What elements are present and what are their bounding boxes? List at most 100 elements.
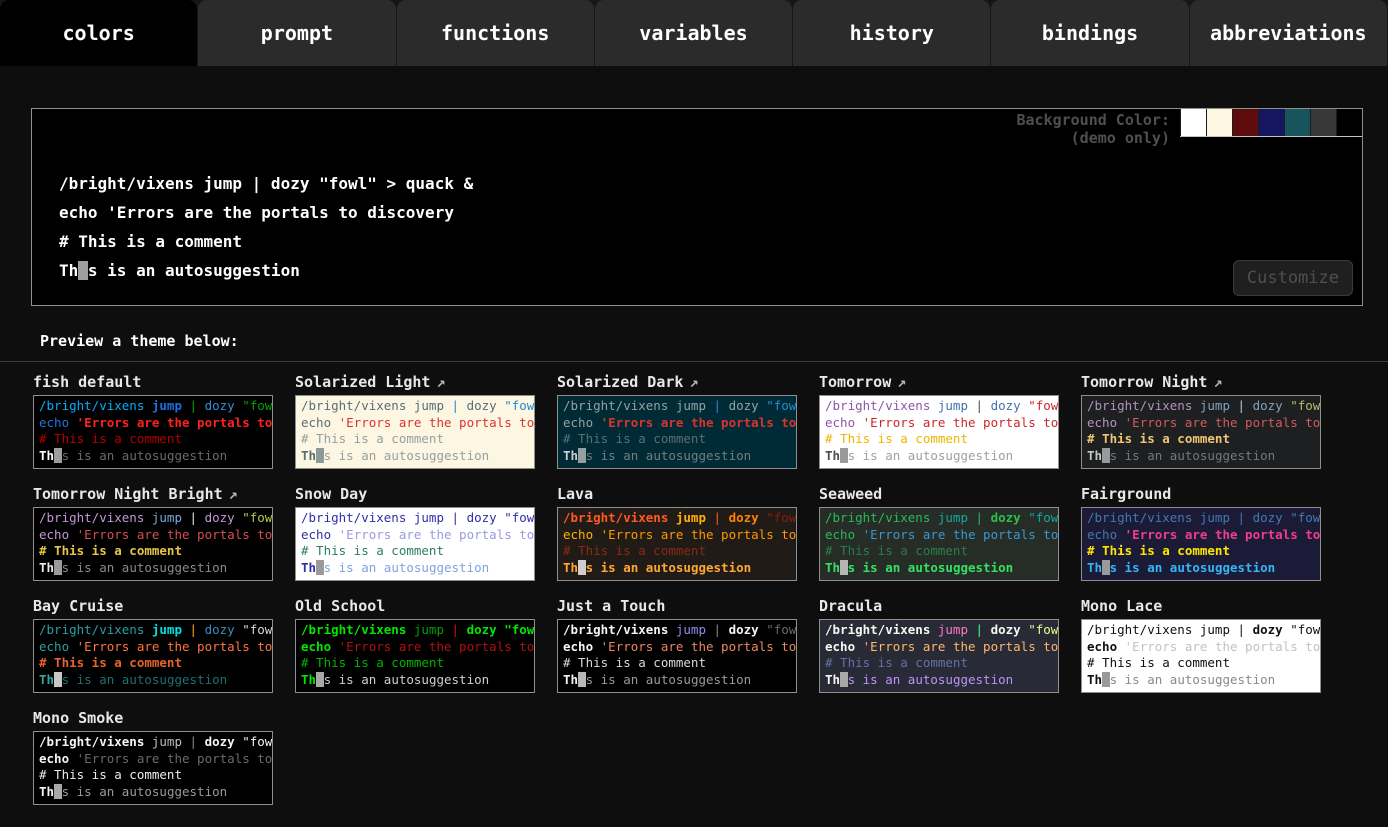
theme-preview-dracula[interactable]: /bright/vixens jump | dozy "fowl" > quac…: [819, 619, 1059, 693]
background-swatch-5[interactable]: [1310, 109, 1336, 136]
segment-pipe: |: [252, 174, 262, 193]
background-swatch-6[interactable]: [1336, 109, 1362, 136]
segment-typed: Th: [825, 560, 840, 575]
segment-pipe: |: [452, 622, 460, 637]
theme-preview-solarized-dark[interactable]: /bright/vixens jump | dozy "fowl" > quac…: [557, 395, 797, 469]
text-cursor: i: [54, 560, 62, 575]
theme-preview-mono-smoke[interactable]: /bright/vixens jump | dozy "fowl" > quac…: [33, 731, 273, 805]
segment-path: /bright/vixens: [1087, 398, 1192, 413]
sample-line4: This is an autosuggestion: [301, 448, 529, 465]
sample-line3: # This is a comment: [1087, 431, 1315, 448]
sample-line1: /bright/vixens jump | dozy "fowl" > quac…: [59, 169, 473, 198]
sample-line2: echo 'Errors are the portals to discover…: [825, 639, 1053, 656]
segment-jump: jump: [144, 398, 189, 413]
segment-typed: Th: [39, 784, 54, 799]
theme-preview-solarized-light[interactable]: /bright/vixens jump | dozy "fowl" > quac…: [295, 395, 535, 469]
segment-path: /bright/vixens: [1087, 510, 1192, 525]
theme-preview-old-school[interactable]: /bright/vixens jump | dozy "fowl" > quac…: [295, 619, 535, 693]
segment-comment: # This is a comment: [1087, 431, 1230, 446]
segment-autosuggest: s is an autosuggestion: [62, 448, 228, 463]
sample-line2: echo 'Errors are the portals to discover…: [563, 639, 791, 656]
theme-title: Tomorrow Night↗: [1081, 370, 1321, 395]
theme-card-snow-day: Snow Day/bright/vixens jump | dozy "fowl…: [295, 482, 535, 581]
external-link-icon[interactable]: ↗: [436, 373, 445, 391]
segment-dozy: dozy: [1245, 622, 1290, 637]
background-swatches: [1180, 109, 1362, 137]
theme-name: Mono Smoke: [33, 709, 123, 727]
theme-title: Fairground: [1081, 482, 1321, 507]
segment-pipe: |: [452, 398, 460, 413]
background-swatch-2[interactable]: [1232, 109, 1258, 136]
segment-quote: "fowl" > quack &: [1290, 510, 1321, 525]
theme-preview-seaweed[interactable]: /bright/vixens jump | dozy "fowl" > quac…: [819, 507, 1059, 581]
theme-card-bay-cruise: Bay Cruise/bright/vixens jump | dozy "fo…: [33, 594, 273, 693]
segment-dozy: dozy: [1245, 510, 1290, 525]
customize-button[interactable]: Customize: [1233, 260, 1353, 296]
tab-functions[interactable]: functions: [397, 0, 594, 66]
theme-preview-snow-day[interactable]: /bright/vixens jump | dozy "fowl" > quac…: [295, 507, 535, 581]
theme-preview-just-a-touch[interactable]: /bright/vixens jump | dozy "fowl" > quac…: [557, 619, 797, 693]
segment-string: 'Errors are the portals to discovery: [601, 527, 797, 542]
segment-echo: echo: [39, 415, 77, 430]
theme-preview-tomorrow-night[interactable]: /bright/vixens jump | dozy "fowl" > quac…: [1081, 395, 1321, 469]
background-swatch-0[interactable]: [1180, 109, 1206, 136]
segment-string: 'Errors are the portals to discovery: [339, 527, 535, 542]
segment-path: /bright/vixens: [825, 622, 930, 637]
segment-autosuggest: s is an autosuggestion: [586, 448, 752, 463]
segment-string: 'Errors are the portals to discovery: [1125, 527, 1321, 542]
segment-autosuggest: s is an autosuggestion: [324, 672, 490, 687]
text-cursor: i: [840, 672, 848, 687]
segment-string: 'Errors are the portals to discovery: [339, 639, 535, 654]
segment-jump: jump: [668, 622, 713, 637]
text-cursor: i: [578, 560, 586, 575]
theme-card-mono-smoke: Mono Smoke/bright/vixens jump | dozy "fo…: [33, 706, 273, 805]
background-swatch-3[interactable]: [1258, 109, 1284, 136]
tab-bindings[interactable]: bindings: [991, 0, 1188, 66]
theme-preview-lava[interactable]: /bright/vixens jump | dozy "fowl" > quac…: [557, 507, 797, 581]
sample-line1: /bright/vixens jump | dozy "fowl" > quac…: [39, 398, 267, 415]
segment-typed: Th: [563, 448, 578, 463]
sample-line4: This is an autosuggestion: [1087, 560, 1315, 577]
tab-colors[interactable]: colors: [0, 0, 197, 66]
terminal-sample-text: /bright/vixens jump | dozy "fowl" > quac…: [59, 169, 473, 285]
sample-line1: /bright/vixens jump | dozy "fowl" > quac…: [39, 622, 267, 639]
segment-pipe: |: [976, 622, 984, 637]
external-link-icon[interactable]: ↗: [1213, 373, 1222, 391]
theme-preview-fairground[interactable]: /bright/vixens jump | dozy "fowl" > quac…: [1081, 507, 1321, 581]
background-swatch-4[interactable]: [1284, 109, 1310, 136]
segment-echo: echo: [39, 751, 77, 766]
sample-line3: # This is a comment: [825, 655, 1053, 672]
sample-line4: This is an autosuggestion: [563, 448, 791, 465]
segment-pipe: |: [452, 510, 460, 525]
segment-comment: # This is a comment: [563, 543, 706, 558]
theme-preview-mono-lace[interactable]: /bright/vixens jump | dozy "fowl" > quac…: [1081, 619, 1321, 693]
text-cursor: i: [316, 560, 324, 575]
tab-variables[interactable]: variables: [595, 0, 792, 66]
background-swatch-1[interactable]: [1206, 109, 1232, 136]
segment-comment: # This is a comment: [39, 431, 182, 446]
segment-echo: echo: [301, 527, 339, 542]
external-link-icon[interactable]: ↗: [689, 373, 698, 391]
text-cursor: i: [840, 560, 848, 575]
segment-autosuggest: s is an autosuggestion: [324, 560, 490, 575]
theme-preview-bay-cruise[interactable]: /bright/vixens jump | dozy "fowl" > quac…: [33, 619, 273, 693]
segment-dozy: dozy: [1245, 398, 1290, 413]
external-link-icon[interactable]: ↗: [229, 485, 238, 503]
segment-autosuggest: s is an autosuggestion: [62, 560, 228, 575]
theme-preview-tomorrow[interactable]: /bright/vixens jump | dozy "fowl" > quac…: [819, 395, 1059, 469]
segment-jump: jump: [930, 622, 975, 637]
segment-typed: Th: [59, 261, 78, 280]
segment-autosuggest: s is an autosuggestion: [324, 448, 490, 463]
background-color-sublabel: (demo only): [1016, 129, 1170, 147]
tab-history[interactable]: history: [793, 0, 990, 66]
tab-prompt[interactable]: prompt: [198, 0, 395, 66]
sample-line1: /bright/vixens jump | dozy "fowl" > quac…: [301, 510, 529, 527]
external-link-icon[interactable]: ↗: [897, 373, 906, 391]
segment-jump: jump: [1192, 398, 1237, 413]
segment-jump: jump: [144, 510, 189, 525]
tab-abbreviations[interactable]: abbreviations: [1190, 0, 1387, 66]
theme-preview-tomorrow-night-bright[interactable]: /bright/vixens jump | dozy "fowl" > quac…: [33, 507, 273, 581]
theme-preview-fish-default[interactable]: /bright/vixens jump | dozy "fowl" > quac…: [33, 395, 273, 469]
segment-path: /bright/vixens: [301, 622, 406, 637]
sample-line4: This is an autosuggestion: [825, 448, 1053, 465]
